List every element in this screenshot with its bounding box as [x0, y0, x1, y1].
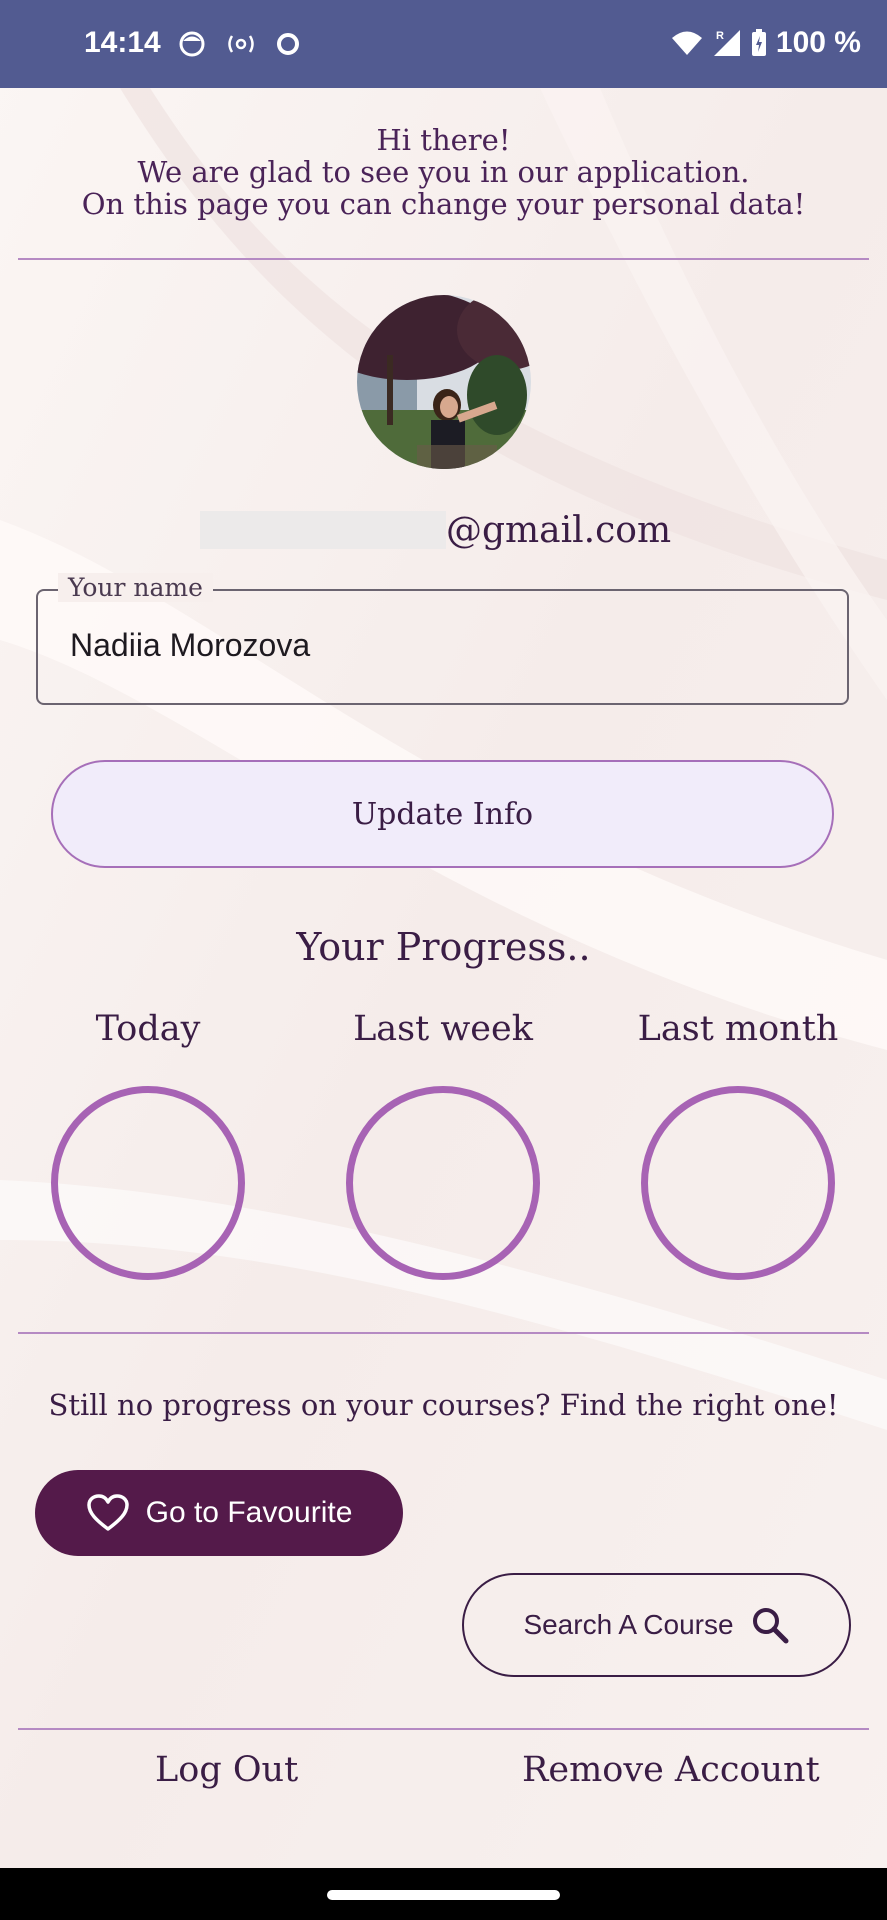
battery-percent: 100 % — [775, 26, 861, 59]
status-time: 14:14 — [84, 26, 161, 59]
remove-account-link[interactable]: Remove Account — [522, 1750, 820, 1790]
greeting-line-1: Hi there! — [376, 123, 511, 157]
divider-top — [18, 258, 869, 260]
go-to-favourite-label: Go to Favourite — [145, 1496, 353, 1529]
period-label-last-month: Last month — [637, 1009, 839, 1049]
signal-icon: R — [713, 30, 740, 56]
greeting-line-3: On this page you can change your persona… — [81, 187, 806, 221]
update-info-button[interactable]: Update Info — [51, 760, 834, 868]
heart-icon — [86, 1494, 129, 1531]
go-to-favourite-button[interactable]: Go to Favourite — [35, 1470, 403, 1556]
avatar-photo — [357, 295, 531, 469]
divider-middle — [18, 1332, 869, 1334]
status-indicators: R 100 % — [670, 26, 861, 60]
svg-text:R: R — [716, 30, 724, 42]
circle-icon — [277, 33, 299, 55]
system-nav-bar — [0, 1868, 887, 1920]
divider-bottom — [18, 1728, 869, 1730]
search-icon — [752, 1608, 789, 1644]
period-label-last-week: Last week — [353, 1009, 533, 1049]
status-bar: 14:14 R 100 % — [0, 0, 887, 88]
email-redacted — [200, 511, 446, 549]
tagline: Still no progress on your courses? Find … — [48, 1388, 839, 1422]
progress-ring-today — [51, 1086, 245, 1280]
name-input[interactable]: Nadiia Morozova — [70, 627, 310, 664]
progress-ring-last-month — [641, 1086, 835, 1280]
wifi-icon — [671, 31, 702, 55]
period-label-today: Today — [95, 1009, 201, 1049]
name-field[interactable]: Your name Nadiia Morozova — [36, 573, 849, 705]
email-row: @gmail.com — [200, 505, 671, 555]
greeting-text: Hi there! We are glad to see you in our … — [0, 124, 887, 220]
home-gesture-handle[interactable] — [327, 1890, 560, 1900]
face-icon — [179, 31, 205, 57]
search-course-button[interactable]: Search A Course — [462, 1573, 851, 1677]
search-course-label: Search A Course — [523, 1609, 734, 1640]
avatar[interactable] — [357, 295, 531, 469]
name-field-label: Your name — [58, 573, 213, 602]
email-suffix: @gmail.com — [446, 509, 672, 551]
greeting-line-2: We are glad to see you in our applicatio… — [137, 155, 750, 189]
radio-icon — [228, 35, 254, 53]
battery-icon — [751, 29, 766, 56]
log-out-link[interactable]: Log Out — [155, 1750, 298, 1790]
progress-title: Your Progress.. — [296, 925, 591, 969]
progress-ring-last-week — [346, 1086, 540, 1280]
